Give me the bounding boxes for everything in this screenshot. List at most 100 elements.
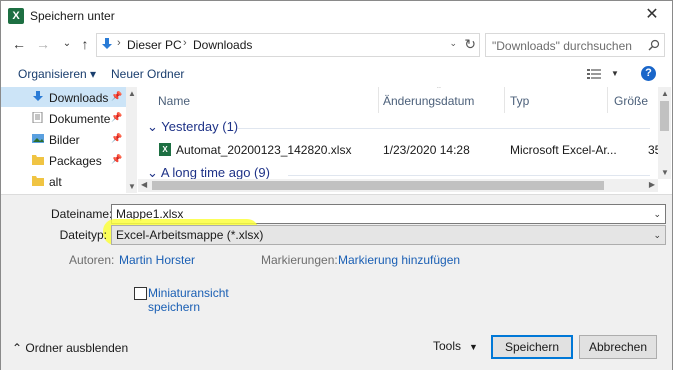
breadcrumb-separator-icon: ›	[117, 37, 121, 49]
sidebar-item-downloads[interactable]: Downloads 📌	[1, 87, 126, 107]
search-icon[interactable]	[648, 39, 660, 51]
file-name: Automat_20200123_142820.xlsx	[176, 143, 352, 157]
scroll-down-icon[interactable]: ▼	[128, 182, 136, 191]
chevron-down-icon[interactable]: ⌄	[653, 209, 661, 220]
up-arrow-icon[interactable]: ↑	[77, 36, 93, 52]
group-header-yesterday[interactable]: ⌄ Yesterday (1)	[147, 119, 238, 135]
group-header-long-ago[interactable]: ⌄ A long time ago (9)	[147, 165, 270, 179]
pin-icon: 📌	[111, 154, 123, 164]
pin-icon: 📌	[111, 91, 123, 101]
tools-menu-button[interactable]: Tools	[433, 339, 461, 353]
add-tag-link[interactable]: Markierung hinzufügen	[338, 253, 460, 267]
address-dropdown-icon[interactable]: ⌄	[449, 38, 457, 49]
file-date: 1/23/2020 14:28	[383, 143, 470, 157]
sidebar-item-pictures[interactable]: Bilder 📌	[1, 129, 126, 149]
command-toolbar: Organisieren ▾ Neuer Ordner ▼ ?	[1, 61, 672, 87]
sidebar-item-packages[interactable]: Packages 📌	[1, 150, 126, 170]
excel-app-icon: X	[8, 8, 24, 24]
refresh-icon[interactable]: ↻	[464, 36, 476, 53]
search-placeholder: "Downloads" durchsuchen	[492, 39, 632, 53]
address-bar[interactable]: › Dieser PC › Downloads ⌄ ↻	[96, 33, 480, 57]
column-header-size[interactable]: Größe	[614, 94, 648, 108]
save-thumbnail-label[interactable]: Miniaturansicht speichern	[148, 286, 238, 314]
excel-file-icon: X	[159, 143, 171, 156]
column-divider[interactable]	[504, 87, 505, 113]
pin-icon: 📌	[111, 112, 123, 122]
scroll-up-icon[interactable]: ▲	[128, 89, 136, 98]
column-divider[interactable]	[607, 87, 608, 113]
save-thumbnail-checkbox[interactable]	[134, 287, 147, 300]
group-label: A long time ago (9)	[160, 165, 270, 179]
window-title: Speichern unter	[30, 9, 115, 23]
file-list: ⌃ Name Änderungsdatum Typ Größe ⌄ Yester…	[138, 87, 658, 179]
filetype-select[interactable]: Excel-Arbeitsmappe (*.xlsx) ⌄	[111, 225, 666, 245]
sort-indicator-icon: ⌃	[436, 87, 442, 93]
sidebar-item-alt[interactable]: alt	[1, 171, 126, 191]
column-header-name[interactable]: Name	[158, 94, 190, 108]
sidebar-item-label: Packages	[49, 154, 102, 168]
column-divider[interactable]	[378, 87, 379, 113]
thumbnail-label-line-2: speichern	[148, 300, 201, 314]
pin-icon: 📌	[111, 133, 123, 143]
group-label: Yesterday (1)	[161, 119, 239, 134]
sidebar-item-label: Downloads	[49, 91, 109, 105]
navigation-pane: Downloads 📌 Dokumente 📌 Bilder 📌 Package…	[1, 87, 138, 193]
documents-folder-icon	[32, 112, 43, 123]
group-divider	[238, 128, 650, 129]
view-dropdown-icon[interactable]: ▼	[611, 69, 619, 78]
breadcrumb-this-pc[interactable]: Dieser PC	[127, 38, 182, 52]
authors-value[interactable]: Martin Horster	[119, 253, 195, 267]
save-as-dialog: X Speichern unter ✕ ← → ⌄ ↑ › Dieser PC …	[0, 0, 673, 370]
folder-icon	[32, 155, 44, 165]
column-header-date[interactable]: Änderungsdatum	[383, 94, 474, 108]
navigation-bar: ← → ⌄ ↑ › Dieser PC › Downloads ⌄ ↻ "Dow…	[1, 31, 672, 59]
back-arrow-icon[interactable]: ←	[11, 36, 27, 52]
recent-locations-chevron-icon[interactable]: ⌄	[59, 36, 75, 52]
collapse-chevron-icon: ⌄	[147, 119, 158, 134]
sidebar-item-label: Dokumente	[49, 112, 111, 126]
breadcrumb-downloads[interactable]: Downloads	[193, 38, 252, 52]
scroll-thumb[interactable]	[152, 181, 604, 190]
file-size: 35	[648, 143, 658, 157]
sidebar-item-label: Bilder	[49, 133, 80, 147]
scroll-up-icon[interactable]: ▲	[661, 89, 669, 98]
organize-menu-button[interactable]: Organisieren ▾	[18, 67, 96, 81]
close-icon[interactable]: ✕	[642, 5, 662, 25]
tags-label: Markierungen:	[261, 253, 338, 267]
scroll-left-icon[interactable]: ◀	[141, 180, 147, 189]
download-arrow-icon	[102, 38, 112, 49]
filename-label: Dateiname:	[51, 207, 113, 221]
cancel-button[interactable]: Abbrechen	[579, 335, 657, 359]
thumbnail-label-line-1: Miniaturansicht	[148, 286, 229, 300]
column-header-type[interactable]: Typ	[510, 94, 529, 108]
file-list-horizontal-scrollbar[interactable]: ◀ ▶	[138, 179, 658, 192]
hide-folders-toggle[interactable]: ⌃ Ordner ausblenden	[12, 341, 128, 355]
chevron-down-icon[interactable]: ⌄	[653, 230, 661, 241]
save-button[interactable]: Speichern	[491, 335, 573, 359]
breadcrumb-separator-icon: ›	[183, 37, 187, 49]
filetype-label: Dateityp:	[59, 228, 107, 242]
scroll-down-icon[interactable]: ▼	[661, 168, 669, 177]
scroll-thumb[interactable]	[660, 101, 669, 131]
file-list-vertical-scrollbar[interactable]: ▲ ▼	[658, 87, 671, 179]
collapse-chevron-icon: ⌄	[147, 165, 158, 179]
view-options-icon[interactable]	[587, 68, 601, 80]
scroll-right-icon[interactable]: ▶	[649, 180, 655, 189]
download-folder-icon	[33, 91, 43, 101]
help-icon[interactable]: ?	[641, 66, 656, 81]
forward-arrow-icon[interactable]: →	[35, 36, 51, 52]
sidebar-scrollbar[interactable]: ▲ ▼	[126, 87, 137, 193]
group-divider	[288, 175, 650, 176]
file-type: Microsoft Excel-Ar...	[510, 143, 617, 157]
title-bar: X Speichern unter ✕	[1, 1, 672, 31]
sidebar-item-label: alt	[49, 175, 62, 189]
folder-icon	[32, 176, 44, 186]
new-folder-button[interactable]: Neuer Ordner	[111, 67, 184, 81]
tools-dropdown-icon[interactable]: ▼	[469, 342, 478, 352]
save-options-panel: Dateiname: Mappe1.xlsx ⌄ Dateityp: Excel…	[1, 194, 672, 370]
pictures-folder-icon	[32, 134, 44, 143]
chevron-up-icon: ⌃	[12, 341, 23, 355]
sidebar-item-documents[interactable]: Dokumente 📌	[1, 108, 126, 128]
hide-folders-label: Ordner ausblenden	[25, 341, 129, 355]
search-box[interactable]: "Downloads" durchsuchen	[485, 33, 665, 57]
